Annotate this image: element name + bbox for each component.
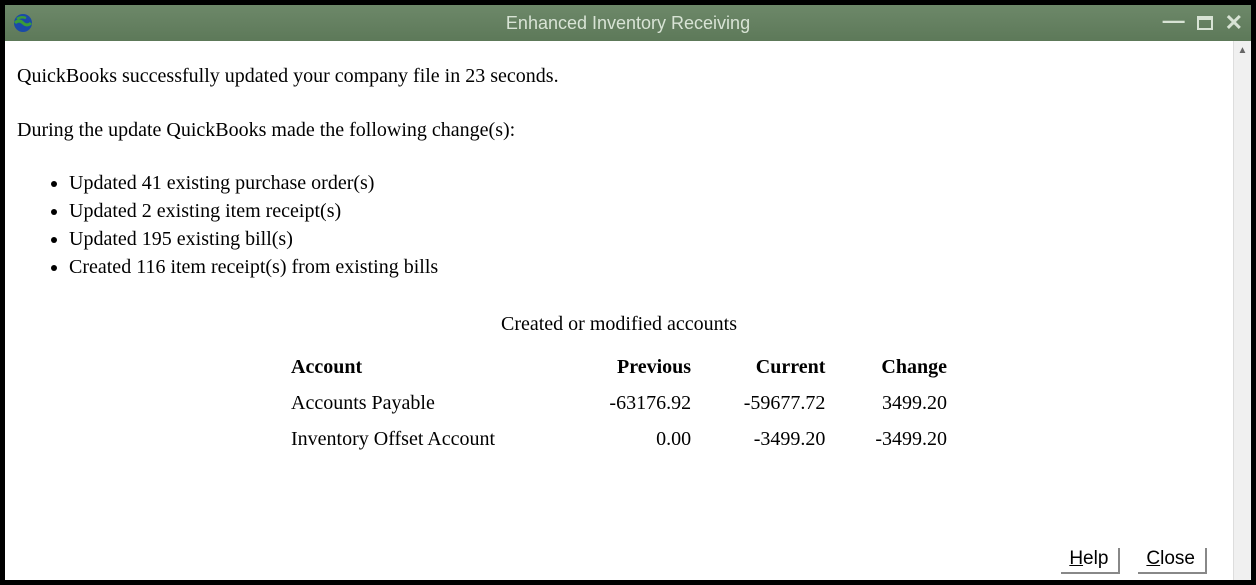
cell-change: 3499.20	[837, 385, 959, 421]
list-item: Updated 41 existing purchase order(s)	[69, 169, 1221, 197]
help-button[interactable]: Help	[1061, 548, 1120, 574]
table-header-row: Account Previous Current Change	[279, 349, 959, 385]
app-globe-icon	[13, 13, 33, 33]
list-item: Updated 195 existing bill(s)	[69, 225, 1221, 253]
intro-suffix: seconds.	[485, 65, 558, 87]
help-rest: elp	[1083, 548, 1108, 569]
dialog-window: Enhanced Inventory Receiving — ✕ QuickBo…	[0, 0, 1256, 585]
list-item: Updated 2 existing item receipt(s)	[69, 197, 1221, 225]
vertical-scrollbar[interactable]: ▲	[1233, 41, 1251, 580]
cell-current: -3499.20	[703, 421, 837, 457]
cell-account: Accounts Payable	[279, 385, 569, 421]
cell-previous: 0.00	[569, 421, 703, 457]
action-buttons: Help Close	[1061, 548, 1207, 574]
intro-seconds: 23	[465, 65, 485, 87]
table-row: Accounts Payable -63176.92 -59677.72 349…	[279, 385, 959, 421]
changes-list: Updated 41 existing purchase order(s) Up…	[17, 169, 1221, 281]
col-previous: Previous	[569, 349, 703, 385]
close-icon[interactable]: ✕	[1225, 12, 1243, 34]
cell-previous: -63176.92	[569, 385, 703, 421]
changes-intro: During the update QuickBooks made the fo…	[17, 115, 1221, 145]
maximize-icon[interactable]	[1197, 12, 1213, 34]
titlebar: Enhanced Inventory Receiving — ✕	[5, 5, 1251, 41]
table-row: Inventory Offset Account 0.00 -3499.20 -…	[279, 421, 959, 457]
accounts-table-wrap: Created or modified accounts Account Pre…	[279, 309, 959, 457]
col-change: Change	[837, 349, 959, 385]
window-controls: — ✕	[1163, 12, 1243, 34]
col-current: Current	[703, 349, 837, 385]
close-rest: lose	[1160, 548, 1195, 569]
intro-text: QuickBooks successfully updated your com…	[17, 61, 1221, 91]
window-title: Enhanced Inventory Receiving	[506, 13, 750, 34]
content-wrapper: QuickBooks successfully updated your com…	[5, 41, 1251, 580]
minimize-icon[interactable]: —	[1163, 10, 1185, 32]
close-accel: C	[1146, 548, 1160, 569]
cell-account: Inventory Offset Account	[279, 421, 569, 457]
close-button[interactable]: Close	[1138, 548, 1207, 574]
help-accel: H	[1069, 548, 1083, 569]
accounts-table: Account Previous Current Change Accounts…	[279, 349, 959, 457]
dialog-content: QuickBooks successfully updated your com…	[5, 41, 1233, 580]
cell-current: -59677.72	[703, 385, 837, 421]
intro-prefix: QuickBooks successfully updated your com…	[17, 65, 465, 87]
cell-change: -3499.20	[837, 421, 959, 457]
table-caption: Created or modified accounts	[279, 309, 959, 339]
list-item: Created 116 item receipt(s) from existin…	[69, 253, 1221, 281]
col-account: Account	[279, 349, 569, 385]
scroll-up-icon[interactable]: ▲	[1234, 41, 1251, 59]
